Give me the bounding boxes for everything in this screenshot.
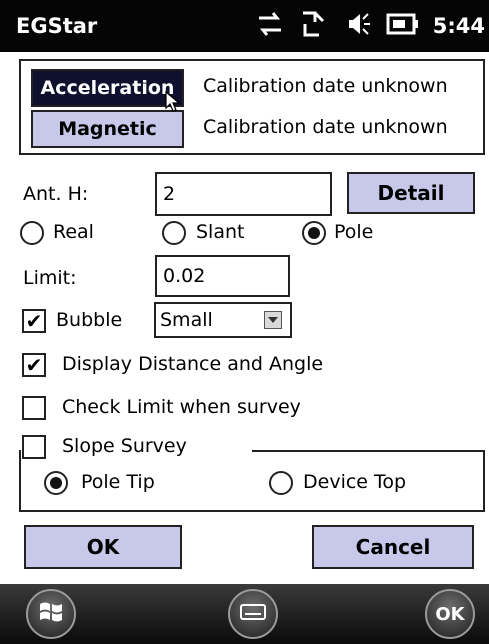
bubble-size-value: Small [160,309,213,331]
radio-device-top-circle[interactable] [269,471,293,495]
magnetic-calibration-status: Calibration date unknown [203,116,448,138]
radio-real[interactable]: Real [20,218,110,248]
radio-slant-circle[interactable] [162,221,186,245]
taskbar: OK [0,584,489,644]
detail-button[interactable]: Detail [347,172,475,214]
antenna-height-label: Ant. H: [23,183,89,205]
radio-real-label: Real [53,221,94,243]
radio-slant-label: Slant [196,221,245,243]
display-distance-label: Display Distance and Angle [62,353,324,375]
display-distance-checkbox[interactable]: ✔ [22,353,46,377]
cancel-button[interactable]: Cancel [312,525,474,569]
calibration-panel: Acceleration Calibration date unknown Ma… [19,59,485,155]
radio-device-top-label: Device Top [303,471,407,493]
network-icon [299,10,329,42]
check-limit-checkbox-row[interactable]: Check Limit when survey [22,393,362,423]
start-button[interactable] [26,589,76,639]
bubble-checkbox[interactable]: ✔ [22,309,46,333]
group-divider [252,450,485,452]
bubble-label: Bubble [56,309,123,331]
check-limit-label: Check Limit when survey [62,396,301,418]
battery-icon [385,11,419,41]
connectivity-icon [255,10,285,42]
radio-pole[interactable]: Pole [302,218,392,248]
radio-pole-label: Pole [334,221,374,243]
bubble-size-select[interactable]: Small [154,302,292,338]
magnetic-button[interactable]: Magnetic [31,110,184,148]
radio-pole-circle[interactable] [302,221,326,245]
limit-label: Limit: [23,267,77,289]
radio-pole-tip[interactable]: Pole Tip [44,468,194,498]
limit-input[interactable]: 0.02 [155,255,290,297]
windows-flag-icon [38,600,64,628]
radio-pole-tip-circle[interactable] [44,471,68,495]
antenna-height-input[interactable]: 2 [155,172,332,216]
radio-device-top[interactable]: Device Top [269,468,449,498]
clock: 5:44 [432,14,485,38]
slope-survey-checkbox-row[interactable]: Slope Survey [22,432,232,462]
slope-survey-checkbox[interactable] [22,435,46,459]
check-limit-checkbox[interactable] [22,396,46,420]
app-title: EGStar [16,14,98,38]
display-distance-checkbox-row[interactable]: ✔ Display Distance and Angle [22,350,362,380]
acceleration-calibration-status: Calibration date unknown [203,75,448,97]
keyboard-icon [240,603,266,625]
dropdown-arrow-icon[interactable] [264,311,282,329]
acceleration-button[interactable]: Acceleration [31,69,184,107]
ok-button[interactable]: OK [24,525,182,569]
status-bar: EGStar 5:44 [0,0,489,52]
keyboard-button[interactable] [228,589,278,639]
bubble-checkbox-row[interactable]: ✔ Bubble [22,306,152,336]
radio-slant[interactable]: Slant [162,218,262,248]
mouse-cursor-icon [165,90,181,117]
radio-real-circle[interactable] [20,221,44,245]
slope-survey-label: Slope Survey [62,435,187,457]
status-icons: 5:44 [255,8,489,44]
volume-icon [343,10,371,42]
radio-pole-tip-label: Pole Tip [81,471,155,493]
taskbar-ok-button[interactable]: OK [425,589,475,639]
